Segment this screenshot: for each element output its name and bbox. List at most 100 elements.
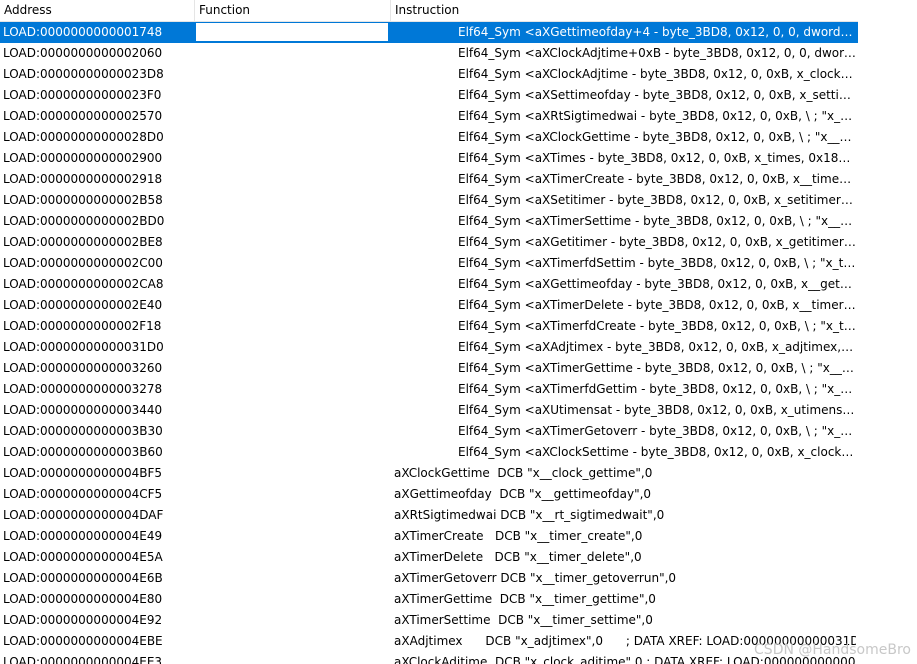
address-cell: LOAD:0000000000003440	[3, 403, 163, 417]
instruction-cell: aXTimerSettime DCB "x__timer_settime",0	[394, 613, 653, 627]
list-item[interactable]: LOAD:0000000000002BD0 Elf64_Sym <aXTimerS…	[0, 211, 858, 232]
address-cell: LOAD:0000000000004CF5	[3, 487, 163, 501]
instruction-cell: Elf64_Sym <aXGettimeofday - byte_3BD8, 0…	[458, 277, 856, 291]
list-item[interactable]: LOAD:0000000000002B58 Elf64_Sym <aXSetiti…	[0, 190, 858, 211]
list-item[interactable]: LOAD:0000000000004E6B aXTimerGetoverr DCB…	[0, 568, 858, 589]
instruction-cell: aXClockGettime DCB "x__clock_gettime",0	[394, 466, 653, 480]
address-cell: LOAD:0000000000002900	[3, 151, 163, 165]
list-item[interactable]: LOAD:00000000000028D0 Elf64_Sym <aXClockG…	[0, 127, 858, 148]
address-cell: LOAD:0000000000004DAF	[3, 508, 164, 522]
instruction-cell: Elf64_Sym <aXClockGettime - byte_3BD8, 0…	[458, 130, 856, 144]
instruction-cell: aXTimerDelete DCB "x__timer_delete",0	[394, 550, 642, 564]
address-cell: LOAD:0000000000002F18	[3, 319, 162, 333]
list-item[interactable]: LOAD:0000000000004E80 aXTimerGettime DCB …	[0, 589, 858, 610]
list-item[interactable]: LOAD:0000000000004E92 aXTimerSettime DCB …	[0, 610, 858, 631]
instruction-cell: Elf64_Sym <aXTimerfdSettim - byte_3BD8, …	[458, 256, 856, 270]
list-item[interactable]: LOAD:0000000000003B30 Elf64_Sym <aXTimerG…	[0, 421, 858, 442]
address-cell: LOAD:0000000000002BE8	[3, 235, 163, 249]
instruction-cell: Elf64_Sym <aXClockAdjtime+0xB - byte_3BD…	[458, 46, 856, 60]
instruction-cell: aXTimerGettime DCB "x__timer_gettime",0	[394, 592, 656, 606]
address-cell: LOAD:0000000000002C00	[3, 256, 163, 270]
address-cell: LOAD:00000000000023F0	[3, 88, 162, 102]
list-item[interactable]: LOAD:0000000000002E40 Elf64_Sym <aXTimerD…	[0, 295, 858, 316]
instruction-cell: Elf64_Sym <aXTimes - byte_3BD8, 0x12, 0,…	[458, 151, 856, 165]
address-cell: LOAD:0000000000004EBE	[3, 634, 163, 648]
instruction-cell: Elf64_Sym <aXAdjtimex - byte_3BD8, 0x12,…	[458, 340, 856, 354]
list-item[interactable]: LOAD:00000000000023D8 Elf64_Sym <aXClockA…	[0, 64, 858, 85]
list-item[interactable]: LOAD:0000000000003278 Elf64_Sym <aXTimerf…	[0, 379, 858, 400]
address-cell: LOAD:0000000000004E92	[3, 613, 163, 627]
instruction-cell: Elf64_Sym <aXSettimeofday - byte_3BD8, 0…	[458, 88, 856, 102]
instruction-cell: Elf64_Sym <aXTimerGetoverr - byte_3BD8, …	[458, 424, 856, 438]
list-item[interactable]: LOAD:0000000000004E5A aXTimerDelete DCB "…	[0, 547, 858, 568]
instruction-cell: Elf64_Sym <aXClockAdjtime - byte_3BD8, 0…	[458, 67, 856, 81]
function-cell	[195, 22, 389, 42]
instruction-cell: Elf64_Sym <aXUtimensat - byte_3BD8, 0x12…	[458, 403, 856, 417]
list-item[interactable]: LOAD:0000000000004CF5 aXGettimeofday DCB …	[0, 484, 858, 505]
column-header-function[interactable]: Function	[195, 0, 391, 21]
instruction-cell: Elf64_Sym <aXRtSigtimedwai - byte_3BD8, …	[458, 109, 856, 123]
address-cell: LOAD:0000000000004BF5	[3, 466, 163, 480]
address-cell: LOAD:0000000000004E49	[3, 529, 163, 543]
list-item[interactable]: LOAD:0000000000003260 Elf64_Sym <aXTimerG…	[0, 358, 858, 379]
instruction-cell: Elf64_Sym <aXTimerfdGettim - byte_3BD8, …	[458, 382, 856, 396]
list-item[interactable]: LOAD:0000000000003B60 Elf64_Sym <aXClockS…	[0, 442, 858, 463]
address-cell: LOAD:0000000000002CA8	[3, 277, 164, 291]
address-cell: LOAD:00000000000023D8	[3, 67, 164, 81]
address-cell: LOAD:00000000000031D0	[3, 340, 164, 354]
list-item[interactable]: LOAD:0000000000002918 Elf64_Sym <aXTimerC…	[0, 169, 858, 190]
instruction-cell: aXClockAdjtime DCB "x_clock_adjtime",0 ;…	[394, 655, 856, 664]
list-item[interactable]: LOAD:0000000000002060 Elf64_Sym <aXClockA…	[0, 43, 858, 64]
list-item[interactable]: LOAD:0000000000003440 Elf64_Sym <aXUtimen…	[0, 400, 858, 421]
column-header-address[interactable]: Address	[0, 0, 195, 21]
address-cell: LOAD:0000000000004E6B	[3, 571, 163, 585]
address-cell: LOAD:0000000000004EE3	[3, 655, 163, 664]
empty-panel-area	[858, 0, 917, 664]
address-cell: LOAD:0000000000002BD0	[3, 214, 165, 228]
address-cell: LOAD:0000000000002060	[3, 46, 163, 60]
address-cell: LOAD:00000000000028D0	[3, 130, 164, 144]
instruction-cell: Elf64_Sym <aXClockSettime - byte_3BD8, 0…	[458, 445, 856, 459]
list-item[interactable]: LOAD:0000000000002900 Elf64_Sym <aXTimes …	[0, 148, 858, 169]
list-item[interactable]: LOAD:0000000000002CA8 Elf64_Sym <aXGettim…	[0, 274, 858, 295]
address-cell: LOAD:0000000000004E80	[3, 592, 163, 606]
address-cell: LOAD:0000000000003260	[3, 361, 163, 375]
list-item[interactable]: LOAD:0000000000002C00 Elf64_Sym <aXTimerf…	[0, 253, 858, 274]
address-cell: LOAD:0000000000003B30	[3, 424, 163, 438]
address-cell: LOAD:0000000000002918	[3, 172, 163, 186]
instruction-cell: aXAdjtimex DCB "x_adjtimex",0 ; DATA XRE…	[394, 634, 856, 648]
list-item[interactable]: LOAD:0000000000004DAF aXRtSigtimedwai DCB…	[0, 505, 858, 526]
list-item[interactable]: LOAD:0000000000002570 Elf64_Sym <aXRtSigt…	[0, 106, 858, 127]
list-item[interactable]: LOAD:00000000000031D0 Elf64_Sym <aXAdjtim…	[0, 337, 858, 358]
list-item[interactable]: LOAD:0000000000001748 Elf64_Sym <aXGettim…	[0, 22, 858, 43]
results-list: LOAD:0000000000001748 Elf64_Sym <aXGettim…	[0, 22, 858, 664]
instruction-cell: Elf64_Sym <aXTimerfdCreate - byte_3BD8, …	[458, 319, 856, 333]
column-header: Address Function Instruction	[0, 0, 858, 22]
list-item[interactable]: LOAD:0000000000004BF5 aXClockGettime DCB …	[0, 463, 858, 484]
instruction-cell: aXGettimeofday DCB "x__gettimeofday",0	[394, 487, 652, 501]
address-cell: LOAD:0000000000003B60	[3, 445, 163, 459]
address-cell: LOAD:0000000000004E5A	[3, 550, 163, 564]
instruction-cell: aXTimerGetoverr DCB "x__timer_getoverrun…	[394, 571, 677, 585]
list-item[interactable]: LOAD:0000000000004E49 aXTimerCreate DCB "…	[0, 526, 858, 547]
list-item[interactable]: LOAD:0000000000002F18 Elf64_Sym <aXTimerf…	[0, 316, 858, 337]
instruction-cell: Elf64_Sym <aXTimerDelete - byte_3BD8, 0x…	[458, 298, 856, 312]
instruction-cell: Elf64_Sym <aXTimerGettime - byte_3BD8, 0…	[458, 361, 856, 375]
address-cell: LOAD:0000000000002B58	[3, 193, 163, 207]
column-header-instruction[interactable]: Instruction	[391, 0, 858, 21]
address-cell: LOAD:0000000000002E40	[3, 298, 163, 312]
address-cell: LOAD:0000000000003278	[3, 382, 163, 396]
instruction-cell: aXRtSigtimedwai DCB "x__rt_sigtimedwait"…	[394, 508, 665, 522]
list-item[interactable]: LOAD:0000000000004EBE aXAdjtimex DCB "x_a…	[0, 631, 858, 652]
address-cell: LOAD:0000000000002570	[3, 109, 163, 123]
instruction-cell: Elf64_Sym <aXTimerSettime - byte_3BD8, 0…	[458, 214, 856, 228]
instruction-cell: Elf64_Sym <aXTimerCreate - byte_3BD8, 0x…	[458, 172, 856, 186]
list-item[interactable]: LOAD:00000000000023F0 Elf64_Sym <aXSettim…	[0, 85, 858, 106]
instruction-cell: aXTimerCreate DCB "x__timer_create",0	[394, 529, 643, 543]
instruction-cell: Elf64_Sym <aXGettimeofday+4 - byte_3BD8,…	[458, 25, 856, 39]
instruction-cell: Elf64_Sym <aXGetitimer - byte_3BD8, 0x12…	[458, 235, 856, 249]
address-cell: LOAD:0000000000001748	[3, 25, 163, 39]
list-item[interactable]: LOAD:0000000000002BE8 Elf64_Sym <aXGetiti…	[0, 232, 858, 253]
list-item[interactable]: LOAD:0000000000004EE3 aXClockAdjtime DCB …	[0, 652, 858, 664]
instruction-cell: Elf64_Sym <aXSetitimer - byte_3BD8, 0x12…	[458, 193, 856, 207]
